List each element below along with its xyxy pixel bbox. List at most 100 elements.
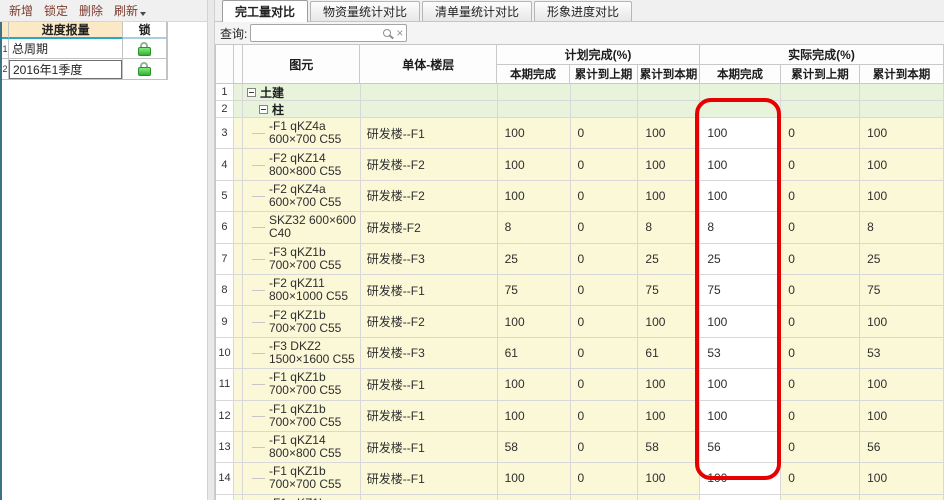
element-name: -F3 qKZ1b 700×700 C55 [268, 244, 342, 272]
cell-actual-total: 100 [860, 494, 944, 500]
column-header-actual-current[interactable]: 本期完成 [700, 65, 781, 84]
cell-actual-prev: 0 [781, 118, 861, 150]
cell-actual-current[interactable]: 56 [700, 431, 782, 464]
cell-building: 研发楼--F2 [360, 149, 498, 181]
unlock-icon[interactable] [138, 41, 152, 56]
cell-building: 研发楼--F1 [360, 274, 498, 307]
cell-actual-current[interactable]: 8 [700, 212, 782, 244]
tree-line [251, 290, 265, 292]
lock-cell [123, 59, 167, 80]
tab-material-quantity[interactable]: 物资量统计对比 [310, 1, 421, 21]
row-indent-cell [233, 306, 243, 338]
cell-actual-current[interactable]: 53 [700, 337, 782, 370]
column-header-plan-prev[interactable]: 累计到上期 [570, 65, 638, 84]
row-indent-cell [233, 101, 243, 118]
clear-search-icon[interactable]: × [396, 27, 403, 39]
cell-actual-current[interactable] [700, 84, 782, 101]
list-item[interactable]: 2 2016年1季度 [2, 59, 167, 80]
row-indent-cell [233, 149, 243, 181]
column-header-plan-current[interactable]: 本期完成 [497, 65, 570, 84]
tree-line [251, 164, 265, 166]
group-label: 柱 [271, 102, 284, 117]
table-row[interactable]: 4 -F2 qKZ14 800×800 C55 研发楼--F2 100 0 100 100 0… [216, 149, 944, 181]
panel-splitter[interactable] [207, 0, 215, 500]
cell-actual-current[interactable]: 25 [700, 243, 782, 275]
table-row[interactable]: 15-F1 qKZ1b 700×700 C55研发楼--F11000100100… [216, 494, 944, 500]
table-row[interactable]: 6 SKZ32 600×600 C40 研发楼-F2 8 0 8 8 0 8 [216, 212, 944, 244]
app-window: 新增 锁定 删除 刷新 进度报量 锁 1 总周期 2 2016年1季度 完工量对… [0, 0, 944, 500]
cell-element: -F2 qKZ11 800×1000 C55 [242, 274, 361, 307]
column-header-plan-total[interactable]: 累计到本期 [638, 65, 700, 84]
cell-actual-current[interactable]: 100 [700, 463, 782, 495]
cell-actual-current[interactable]: 100 [700, 180, 782, 213]
column-header-element[interactable]: 图元 [242, 45, 361, 84]
cell-plan-current: 100 [497, 494, 571, 500]
search-row: 查询: × [215, 22, 944, 44]
cell-actual-prev: 0 [781, 337, 861, 370]
cell-actual-prev [781, 101, 861, 118]
cell-actual-current[interactable]: 100 [700, 369, 782, 401]
list-item[interactable]: 1 总周期 [2, 39, 168, 59]
cell-actual-current[interactable] [700, 101, 782, 118]
tab-completed-quantity[interactable]: 完工量对比 [222, 0, 309, 22]
cell-actual-current[interactable]: 100 [700, 149, 782, 181]
cell-actual-current[interactable]: 100 [700, 494, 782, 500]
row-indent-cell [233, 400, 243, 432]
table-row[interactable]: 9 -F2 qKZ1b 700×700 C55 研发楼--F2 100 0 100 100 0… [216, 306, 944, 338]
column-header-building[interactable]: 单体-楼层 [360, 45, 497, 84]
column-header-actual-prev[interactable]: 累计到上期 [781, 65, 860, 84]
row-number: 4 [216, 149, 234, 181]
row-indent-cell [233, 243, 243, 275]
table-row[interactable]: 12 -F1 qKZ1b 700×700 C55 研发楼--F1 100 0 100 100… [216, 400, 944, 432]
collapse-icon[interactable] [258, 104, 268, 114]
cell-actual-current[interactable]: 100 [700, 400, 782, 432]
table-row[interactable]: 2柱 [216, 101, 944, 118]
cell-element: -F3 qKZ1b 700×700 C55 [242, 243, 361, 275]
column-header-actual-total[interactable]: 累计到本期 [860, 65, 944, 84]
lock-button[interactable]: 锁定 [40, 2, 72, 19]
tree-line [251, 415, 265, 417]
table-row[interactable]: 11 -F1 qKZ1b 700×700 C55 研发楼--F1 100 0 100 100… [216, 369, 944, 401]
header-indent [233, 45, 243, 84]
tree-line [251, 133, 265, 135]
table-header: 图元 单体-楼层 计划完成(%) 本期完成 累计到上期 累计到本期 实际完成(%… [216, 45, 944, 84]
element-name: -F1 qKZ4a 600×700 C55 [268, 119, 342, 147]
table-row[interactable]: 8 -F2 qKZ11 800×1000 C55 研发楼--F1 75 0 75 75 0 75 [216, 274, 944, 307]
tab-visual-progress[interactable]: 形象进度对比 [534, 1, 633, 21]
table-row[interactable]: 1 土建 [216, 84, 944, 101]
table-row[interactable]: 3 -F1 qKZ4a 600×700 C55 研发楼--F1 100 0 100 100 0… [216, 118, 944, 150]
row-indent-cell [233, 494, 243, 500]
header-row-number [216, 45, 234, 84]
cell-plan-current: 100 [497, 149, 571, 181]
unlock-icon[interactable] [138, 62, 152, 76]
search-input[interactable] [254, 26, 384, 40]
search-icon[interactable] [383, 29, 392, 37]
tab-list-quantity[interactable]: 清单量统计对比 [422, 1, 533, 21]
new-button[interactable]: 新增 [5, 2, 37, 19]
row-indent-cell [233, 118, 243, 150]
actual-group: 实际完成(%) 本期完成 累计到上期 累计到本期 [700, 45, 944, 84]
cell-actual-current[interactable]: 75 [700, 274, 782, 307]
cell-actual-current[interactable]: 100 [700, 118, 782, 150]
cell-plan-prev: 0 [570, 149, 639, 181]
period-name[interactable]: 总周期 [8, 39, 124, 59]
table-row[interactable]: 14 -F1 qKZ1b 700×700 C55 研发楼--F1 100 0 100 100… [216, 463, 944, 495]
table-row[interactable]: 5 -F2 qKZ4a 600×700 C55 研发楼--F2 100 0 100 100 0… [216, 180, 944, 213]
delete-button[interactable]: 删除 [75, 2, 107, 19]
refresh-label: 刷新 [114, 4, 139, 18]
collapse-icon[interactable] [246, 87, 256, 97]
cell-actual-total: 100 [860, 180, 944, 213]
cell-plan-prev: 0 [570, 243, 639, 275]
table-row[interactable]: 7 -F3 qKZ1b 700×700 C55 研发楼--F3 25 0 25 25 0 25 [216, 243, 944, 275]
cell-actual-current[interactable]: 100 [700, 306, 782, 338]
cell-plan-current: 100 [497, 463, 571, 495]
cell-building [360, 84, 498, 101]
table-row[interactable]: 13 -F1 qKZ14 800×800 C55 研发楼--F1 58 0 58 56 0 56 [216, 431, 944, 464]
cell-plan-prev: 0 [570, 180, 639, 213]
period-name-edit-field[interactable]: 2016年1季度 [8, 59, 123, 79]
element-name: -F2 qKZ4a 600×700 C55 [268, 181, 342, 209]
tree-line [251, 478, 265, 480]
table-row[interactable]: 10 -F3 DKZ2 1500×1600 C55 研发楼--F3 61 0 61 53 0 5… [216, 337, 944, 370]
cell-plan-total [638, 84, 701, 101]
refresh-button[interactable]: 刷新 [110, 2, 150, 19]
